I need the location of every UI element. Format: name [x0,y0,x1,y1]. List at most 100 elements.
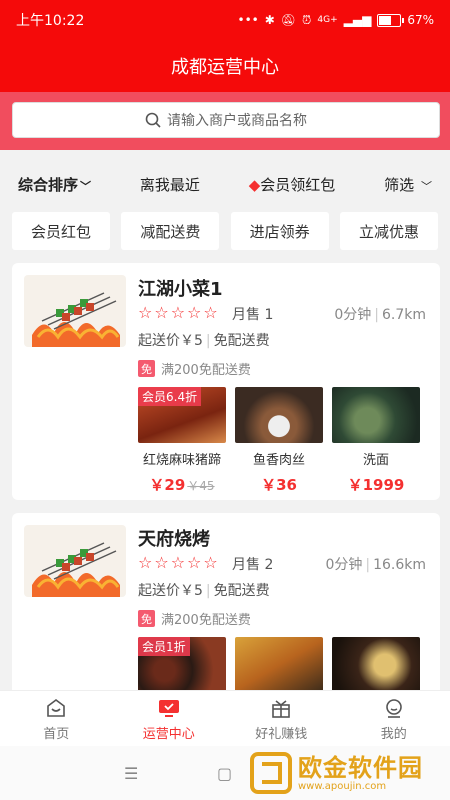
menu-icon[interactable]: ☰ [124,764,138,783]
free-badge: 免 [138,610,155,627]
watermark-logo [250,752,292,794]
discount-badge: 会员1折 [138,637,190,656]
monthly-sales: 月售 2 [232,557,274,573]
delivery-time: 0分钟 [334,307,372,323]
tab-rewards[interactable]: 好礼赚钱 [225,691,338,747]
price-value: ￥29 [149,476,186,494]
mute-icon: 🔕︎ [280,13,297,27]
alarm-icon: ⏰︎ [302,12,312,27]
status-bar: 上午10:22 ••• ✱ 🔕︎ ⏰︎ 4G+ ▂▄▆ 67% [0,0,450,40]
product-item[interactable]: 会员1折 [138,637,226,693]
chevron-down-icon: ﹀ [80,179,92,193]
product-image [235,637,323,693]
tab-operation-center[interactable]: 运营中心 [113,691,226,747]
sort-comprehensive[interactable]: 综合排序 ﹀ [18,174,91,195]
tag-member-redpacket[interactable]: 会员红包 [12,212,110,250]
search-input[interactable]: 请输入商户或商品名称 [12,102,440,138]
rating-stars-icon: ☆☆☆☆☆ [138,303,220,322]
shop-logo [24,525,126,597]
filter-button[interactable]: 筛选 ﹀ [384,174,432,195]
product-price: ￥29 ￥45 [138,474,226,495]
promo-text: 满200免配送费 [161,613,251,628]
price-value: ￥1999 [347,476,405,494]
product-item[interactable] [235,637,323,693]
price-value: ￥36 [261,476,297,494]
delivery-fee: 免配送费 [213,583,270,599]
original-price: ￥45 [187,479,215,493]
product-image: 会员6.4折 [138,387,226,443]
status-icons: ••• ✱ 🔕︎ ⏰︎ 4G+ ▂▄▆ 67% [237,13,434,28]
fee-info: 起送价￥5 | 免配送费 [138,330,270,350]
tag-reduced-delivery[interactable]: 减配送费 [121,212,220,250]
divider: | [205,583,211,599]
home-icon [47,698,66,717]
tab-mine[interactable]: 我的 [338,691,450,747]
bottom-tab-bar: 首页 运营中心 好礼赚钱 我的 [0,690,450,747]
delivery-info: 0分钟 | 16.6km [325,554,426,574]
product-image [235,387,323,443]
product-image: 会员1折 [138,637,226,693]
filter-tags: 会员红包 减配送费 进店领券 立减优惠 [0,212,450,252]
min-price: 起送价￥5 [138,583,203,599]
monthly-sales: 月售 1 [232,307,274,323]
discount-badge: 会员6.4折 [138,387,202,406]
fee-info: 起送价￥5 | 免配送费 [138,580,270,600]
product-item[interactable]: 鱼香肉丝 ￥36 [235,387,323,495]
sort-member-label: 会员领红包 [260,175,336,194]
monitor-icon [158,699,179,717]
watermark-text: 欧金软件园 [298,753,423,782]
promo-row: 免满200免配送费 [138,609,251,628]
sort-bar: 综合排序 ﹀ 离我最近 ◆会员领红包 筛选 ﹀ [0,160,450,208]
product-list: 会员1折 [138,637,420,693]
product-image [332,387,420,443]
home-square-icon[interactable]: ▢ [217,764,232,783]
shop-name: 天府烧烤 [138,529,210,550]
gift-icon [272,699,291,718]
shop-name: 江湖小菜1 [138,279,223,300]
product-image [332,637,420,693]
product-item[interactable]: 洗面 ￥1999 [332,387,420,495]
sort-nearest[interactable]: 离我最近 [140,174,200,195]
product-item[interactable] [332,637,420,693]
tab-home-label: 首页 [43,726,70,742]
signal-icon: ▂▄▆ [343,13,372,27]
product-list: 会员6.4折 红烧麻味猪蹄 ￥29 ￥45 鱼香肉丝 ￥36 洗面 ￥1999 [138,387,420,495]
status-time: 上午10:22 [16,13,85,29]
search-area: 请输入商户或商品名称 [0,92,450,150]
sort-comprehensive-label: 综合排序 [18,175,79,194]
distance: 16.6km [373,557,426,573]
product-name: 洗面 [362,453,389,468]
delivery-info: 0分钟 | 6.7km [334,304,426,324]
divider: | [365,557,371,573]
tag-store-coupon[interactable]: 进店领券 [230,212,329,250]
promo-text: 满200免配送费 [161,363,251,378]
shop-logo [24,275,126,347]
product-name: 鱼香肉丝 [252,453,305,468]
tab-home[interactable]: 首页 [0,691,113,747]
watermark-url: www.apoujin.com [298,780,387,792]
chevron-down-icon: ﹀ [420,179,432,193]
distance: 6.7km [381,307,426,323]
shop-card[interactable]: 江湖小菜1 ☆☆☆☆☆ 月售 1 0分钟 | 6.7km 起送价￥5 | 免配送费 免满… [12,263,440,500]
delivery-fee: 免配送费 [213,333,270,349]
sort-member-redpacket[interactable]: ◆会员领红包 [249,174,336,195]
divider: | [374,307,379,323]
divider: | [205,333,211,349]
tab-mine-label: 我的 [380,726,407,742]
battery-percent: 67% [407,13,434,27]
tab-rewards-label: 好礼赚钱 [255,726,308,742]
page-title-bar: 成都运营中心 [0,40,450,92]
product-item[interactable]: 会员6.4折 红烧麻味猪蹄 ￥29 ￥45 [138,387,226,495]
search-icon [145,112,161,128]
delivery-time: 0分钟 [325,557,363,573]
page-title: 成都运营中心 [171,57,279,78]
tag-instant-discount[interactable]: 立减优惠 [339,212,438,250]
bluetooth-icon: ✱ [264,13,275,27]
watermark: 欧金软件园 www.apoujin.com [250,748,446,798]
promo-row: 免满200免配送费 [138,359,251,378]
product-price: ￥1999 [332,474,420,495]
rating-stars-icon: ☆☆☆☆☆ [138,553,220,572]
filter-label: 筛选 [384,175,415,194]
shop-card[interactable]: 天府烧烤 ☆☆☆☆☆ 月售 2 0分钟 | 16.6km 起送价￥5 | 免配送费 免满… [12,513,440,703]
profile-icon [385,698,402,718]
